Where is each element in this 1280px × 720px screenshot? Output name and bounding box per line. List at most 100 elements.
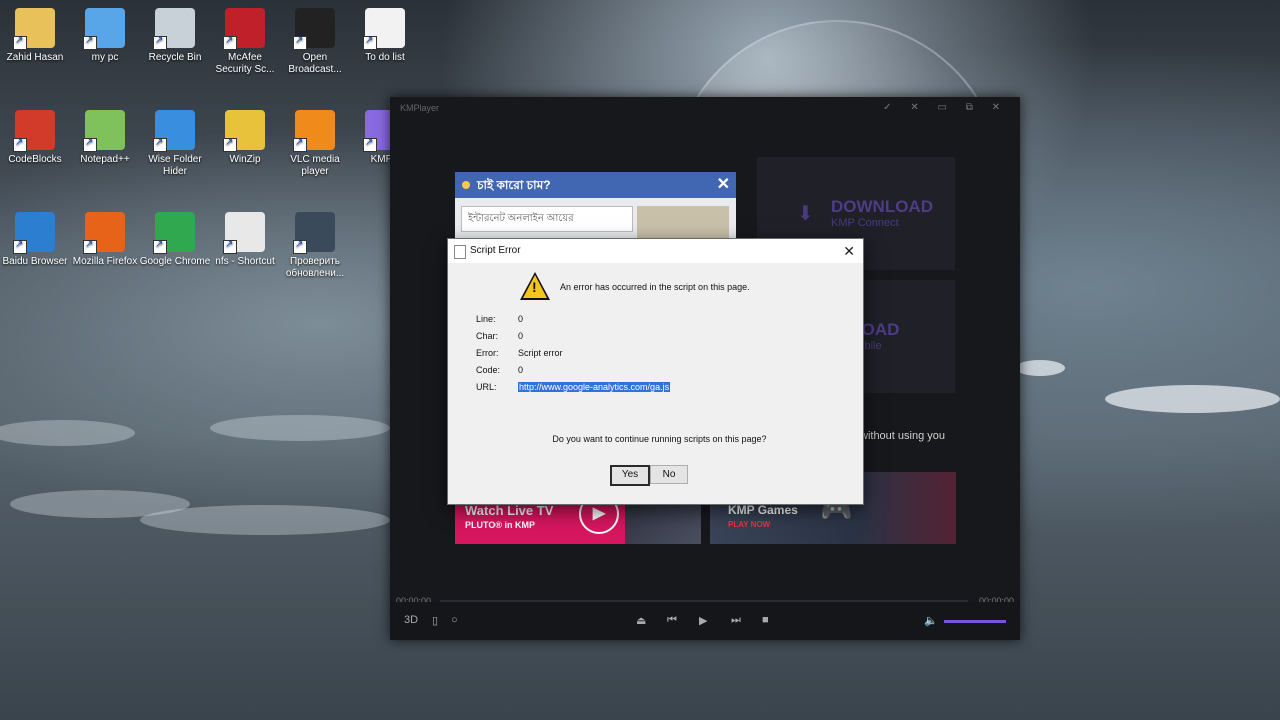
yes-button[interactable]: Yes — [610, 465, 650, 486]
desktop-icon-label: VLC media player — [290, 154, 340, 177]
desktop-icon[interactable]: Notepad++ — [69, 110, 141, 166]
shortcut-arrow-icon — [13, 35, 27, 50]
shortcut-arrow-icon — [153, 239, 167, 254]
live-tv-title: Watch Live TV — [465, 503, 554, 518]
shortcut-arrow-icon — [363, 137, 377, 152]
shortcut-arrow-icon — [83, 239, 97, 254]
shortcut-arrow-icon — [13, 137, 27, 152]
desktop-icon[interactable]: Wise Folder Hider — [139, 110, 211, 178]
games-sub: PLAY NOW — [728, 520, 771, 529]
settings-icon[interactable]: ○ — [451, 614, 458, 626]
kmp-window-controls[interactable]: ✓ ✕ ▭ ⧉ ✕ — [883, 97, 1008, 119]
app-icon — [13, 212, 55, 254]
shortcut-arrow-icon — [293, 239, 307, 254]
shortcut-arrow-icon — [223, 137, 237, 152]
popup-dot-icon — [462, 181, 470, 189]
app-icon — [153, 8, 195, 50]
app-icon — [223, 212, 265, 254]
app-icon — [153, 212, 195, 254]
download-connect-small: KMP Connect — [831, 217, 899, 229]
eject-icon[interactable]: ⏏ — [636, 614, 646, 627]
play-icon[interactable]: ▶ — [699, 614, 707, 627]
continue-question: Do you want to continue running scripts … — [552, 434, 767, 444]
app-icon — [83, 212, 125, 254]
playlist-icon[interactable]: ▯ — [432, 614, 438, 627]
field-value: 0 — [518, 365, 524, 375]
shortcut-arrow-icon — [293, 137, 307, 152]
app-icon — [223, 110, 265, 152]
desktop-icon-label: my pc — [91, 52, 119, 63]
app-icon — [363, 8, 405, 50]
promo-popup[interactable]: চাই কারো চাম? ✕ ইন্টারনেট অনলাইন আয়ের — [455, 172, 736, 242]
field-value: 0 — [518, 314, 524, 324]
desktop-icon[interactable]: Google Chrome — [139, 212, 211, 268]
desktop-icon[interactable]: Проверить обновлени... — [279, 212, 351, 280]
url-value[interactable]: http://www.google-analytics.com/ga.js — [518, 382, 671, 392]
desktop-icon-label: Zahid Hasan — [6, 52, 64, 63]
stop-icon[interactable]: ■ — [762, 614, 769, 626]
download-icon: ⬇ — [797, 203, 814, 225]
wallpaper-ripple — [1105, 385, 1280, 413]
desktop-icon[interactable]: Open Broadcast... — [279, 8, 351, 76]
shortcut-arrow-icon — [153, 35, 167, 50]
live-tv-sub: PLUTO® in KMP — [465, 520, 535, 530]
shortcut-arrow-icon — [363, 35, 377, 50]
field-label: Line: — [476, 314, 496, 324]
app-icon — [83, 8, 125, 50]
volume-icon[interactable]: 🔈 — [924, 614, 938, 627]
warning-icon: ! — [520, 272, 550, 300]
wallpaper-ripple — [1015, 360, 1065, 376]
desktop-icon[interactable]: Baidu Browser — [0, 212, 71, 268]
desktop-icon[interactable]: nfs - Shortcut — [209, 212, 281, 268]
kmp-title: KMPlayer — [400, 103, 440, 113]
desktop-icon[interactable]: McAfee Security Sc... — [209, 8, 281, 76]
field-label: URL: — [476, 382, 497, 392]
app-icon — [223, 8, 265, 50]
desktop-icon[interactable]: Zahid Hasan — [0, 8, 71, 64]
desktop-icon[interactable]: VLC media player — [279, 110, 351, 178]
popup-header: চাই কারো চাম? ✕ — [455, 172, 736, 198]
previous-icon[interactable]: ⏮ — [667, 614, 677, 627]
popup-image — [637, 206, 729, 242]
desktop-icon[interactable]: Recycle Bin — [139, 8, 211, 64]
popup-close-icon[interactable]: ✕ — [717, 172, 730, 198]
kmp-titlebar[interactable]: KMPlayer ✓ ✕ ▭ ⧉ ✕ — [390, 97, 1020, 119]
shortcut-arrow-icon — [223, 239, 237, 254]
desktop-icon[interactable]: WinZip — [209, 110, 281, 166]
app-icon — [293, 8, 335, 50]
popup-input[interactable]: ইন্টারনেট অনলাইন আয়ের — [461, 206, 633, 232]
3d-button[interactable]: 3D — [404, 614, 418, 626]
games-title: KMP Games — [728, 503, 798, 517]
desktop-icon[interactable]: Mozilla Firefox — [69, 212, 141, 268]
field-value: Script error — [518, 348, 563, 358]
shortcut-arrow-icon — [153, 137, 167, 152]
wallpaper-ripple — [210, 415, 390, 441]
volume-slider[interactable] — [944, 620, 1006, 623]
desktop-icon-label: Проверить обновлени... — [285, 256, 345, 279]
app-icon — [13, 8, 55, 50]
shortcut-arrow-icon — [293, 35, 307, 50]
next-icon[interactable]: ⏭ — [731, 614, 741, 627]
page-icon — [454, 245, 466, 259]
wallpaper-ripple — [140, 505, 390, 535]
script-error-dialog[interactable]: Script Error ✕ ! An error has occurred i… — [447, 238, 864, 505]
field-label: Code: — [476, 365, 501, 375]
dialog-title: Script Error — [470, 245, 521, 256]
desktop-icon[interactable]: To do list — [349, 8, 421, 64]
desktop-icon[interactable]: CodeBlocks — [0, 110, 71, 166]
desktop-icon-label: Wise Folder Hider — [148, 154, 202, 177]
no-button[interactable]: No — [650, 465, 688, 484]
desktop-icon-label: Baidu Browser — [2, 256, 68, 267]
desktop-icon-label: WinZip — [229, 154, 261, 165]
desktop-icon-label: Recycle Bin — [148, 52, 202, 63]
desktop-icon-label: Open Broadcast... — [288, 52, 342, 75]
desktop-icon[interactable]: my pc — [69, 8, 141, 64]
desktop-icon-label: Google Chrome — [139, 256, 211, 267]
desktop-icon-label: McAfee Security Sc... — [215, 52, 275, 75]
dialog-titlebar[interactable]: Script Error ✕ — [448, 239, 863, 263]
app-icon — [293, 110, 335, 152]
field-label: Char: — [476, 331, 499, 341]
popup-title: চাই কারো চাম? — [477, 178, 551, 192]
close-icon[interactable]: ✕ — [843, 239, 855, 263]
desktop-icon-label: nfs - Shortcut — [215, 256, 275, 267]
